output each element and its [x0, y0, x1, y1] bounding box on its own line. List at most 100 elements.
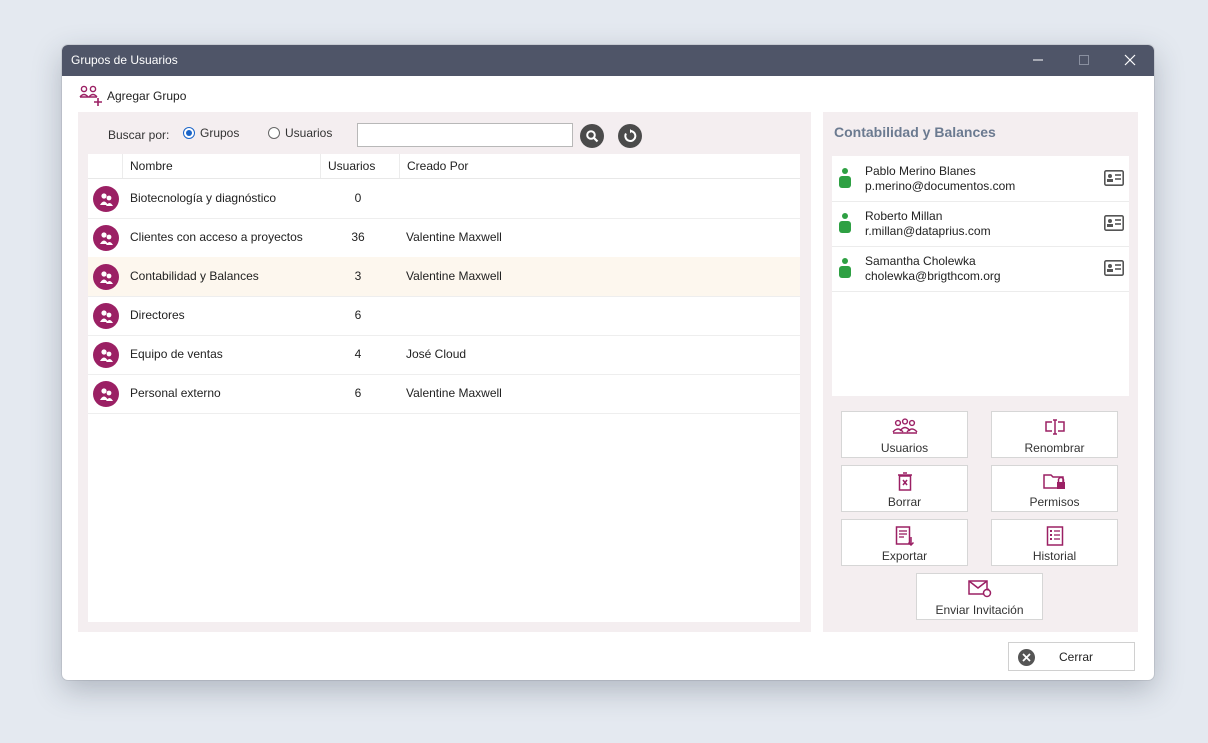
rename-button[interactable]: Renombrar [991, 411, 1118, 458]
group-user-count: 0 [354, 191, 362, 205]
table-header: Nombre Usuarios Creado Por [88, 154, 800, 179]
trash-icon [897, 472, 912, 491]
group-user-count: 6 [354, 308, 362, 322]
group-icon [93, 186, 119, 212]
contact-card-icon[interactable] [1104, 215, 1124, 231]
member-list: Pablo Merino Blanes p.merino@documentos.… [832, 156, 1129, 396]
folder-lock-icon [1042, 474, 1065, 489]
group-icon [93, 342, 119, 368]
member-email: cholewka@brigthcom.org [865, 269, 1001, 283]
add-group-button[interactable]: Agregar Grupo [79, 85, 186, 107]
member-email: r.millan@dataprius.com [865, 224, 991, 238]
radio-groups[interactable]: Grupos [183, 126, 239, 140]
close-button[interactable]: Cerrar [1008, 642, 1135, 671]
column-header-name[interactable]: Nombre [122, 154, 321, 178]
radio-groups-label: Grupos [200, 126, 240, 140]
radio-indicator [183, 127, 195, 139]
group-name: Equipo de ventas [130, 347, 223, 361]
export-button[interactable]: Exportar [841, 519, 968, 566]
groups-table: Nombre Usuarios Creado Por Biotecnología… [88, 154, 800, 622]
group-created-by: Valentine Maxwell [406, 386, 502, 400]
group-user-count: 36 [351, 230, 365, 244]
rename-icon [1044, 419, 1065, 435]
delete-button-label: Borrar [887, 495, 922, 509]
maximize-button[interactable] [1062, 45, 1108, 76]
close-window-button[interactable] [1108, 45, 1154, 76]
list-item[interactable]: Roberto Millan r.millan@dataprius.com [832, 201, 1129, 247]
close-circle-icon [1018, 649, 1035, 666]
window-title: Grupos de Usuarios [71, 53, 178, 67]
users-button[interactable]: Usuarios [841, 411, 968, 458]
user-online-icon [839, 213, 851, 233]
table-row-selected[interactable]: Contabilidad y Balances 3 Valentine Maxw… [88, 257, 800, 297]
contact-card-icon[interactable] [1104, 260, 1124, 276]
table-row[interactable]: Biotecnología y diagnóstico 0 [88, 179, 800, 219]
group-icon [93, 264, 119, 290]
maximize-icon [1079, 55, 1089, 65]
minimize-button[interactable] [1016, 45, 1062, 76]
users-button-label: Usuarios [880, 441, 929, 455]
export-icon [895, 526, 914, 547]
rename-button-label: Renombrar [1024, 441, 1085, 455]
group-name: Clientes con acceso a proyectos [130, 230, 303, 244]
mail-invite-icon [967, 580, 991, 598]
close-icon [1124, 54, 1136, 66]
refresh-icon [624, 129, 637, 142]
group-name: Contabilidad y Balances [130, 269, 259, 283]
groups-window: Grupos de Usuarios Agregar Grupo Buscar … [62, 45, 1154, 680]
member-name: Pablo Merino Blanes [865, 164, 976, 178]
member-name: Roberto Millan [865, 209, 943, 223]
table-row[interactable]: Equipo de ventas 4 José Cloud [88, 335, 800, 375]
permissions-button[interactable]: Permisos [991, 465, 1118, 512]
permissions-button-label: Permisos [1029, 495, 1080, 509]
send-invitation-button-label: Enviar Invitación [935, 603, 1024, 617]
group-name: Biotecnología y diagnóstico [130, 191, 277, 205]
delete-button[interactable]: Borrar [841, 465, 968, 512]
group-icon [93, 381, 119, 407]
users-icon [891, 418, 918, 434]
group-detail-panel: Contabilidad y Balances Pablo Merino Bla… [823, 112, 1138, 632]
table-row[interactable]: Personal externo 6 Valentine Maxwell [88, 374, 800, 414]
group-user-count: 3 [354, 269, 362, 283]
search-bar: Buscar por: Grupos Usuarios [78, 112, 811, 154]
history-button[interactable]: Historial [991, 519, 1118, 566]
column-header-users[interactable]: Usuarios [320, 154, 400, 178]
list-item[interactable]: Pablo Merino Blanes p.merino@documentos.… [832, 156, 1129, 202]
group-user-count: 6 [354, 386, 362, 400]
user-online-icon [839, 168, 851, 188]
group-created-by: Valentine Maxwell [406, 269, 502, 283]
search-by-label: Buscar por: [108, 128, 170, 142]
list-item[interactable]: Samantha Cholewka cholewka@brigthcom.org [832, 246, 1129, 292]
export-button-label: Exportar [881, 549, 928, 563]
history-icon [1046, 526, 1063, 546]
member-name: Samantha Cholewka [865, 254, 976, 268]
add-group-label: Agregar Grupo [107, 89, 187, 103]
refresh-button[interactable] [618, 124, 642, 148]
radio-indicator [268, 127, 280, 139]
group-icon [93, 303, 119, 329]
search-icon [586, 130, 599, 143]
table-row[interactable]: Directores 6 [88, 296, 800, 336]
group-name: Personal externo [130, 386, 221, 400]
title-bar: Grupos de Usuarios [62, 45, 1154, 76]
radio-users[interactable]: Usuarios [268, 126, 332, 140]
minimize-icon [1033, 59, 1043, 61]
user-online-icon [839, 258, 851, 278]
contact-card-icon[interactable] [1104, 170, 1124, 186]
group-created-by: José Cloud [406, 347, 467, 361]
table-row[interactable]: Clientes con acceso a proyectos 36 Valen… [88, 218, 800, 258]
search-input[interactable] [357, 123, 573, 147]
selected-group-title: Contabilidad y Balances [834, 124, 996, 140]
history-button-label: Historial [1032, 549, 1077, 563]
column-header-created-by[interactable]: Creado Por [399, 154, 800, 178]
group-icon [93, 225, 119, 251]
radio-users-label: Usuarios [285, 126, 333, 140]
group-name: Directores [130, 308, 185, 322]
add-group-icon [79, 85, 102, 106]
member-email: p.merino@documentos.com [865, 179, 1016, 193]
groups-panel: Buscar por: Grupos Usuarios Nombre Usuar… [78, 112, 811, 632]
close-button-label: Cerrar [1059, 650, 1094, 664]
send-invitation-button[interactable]: Enviar Invitación [916, 573, 1043, 620]
group-user-count: 4 [354, 347, 362, 361]
search-button[interactable] [580, 124, 604, 148]
